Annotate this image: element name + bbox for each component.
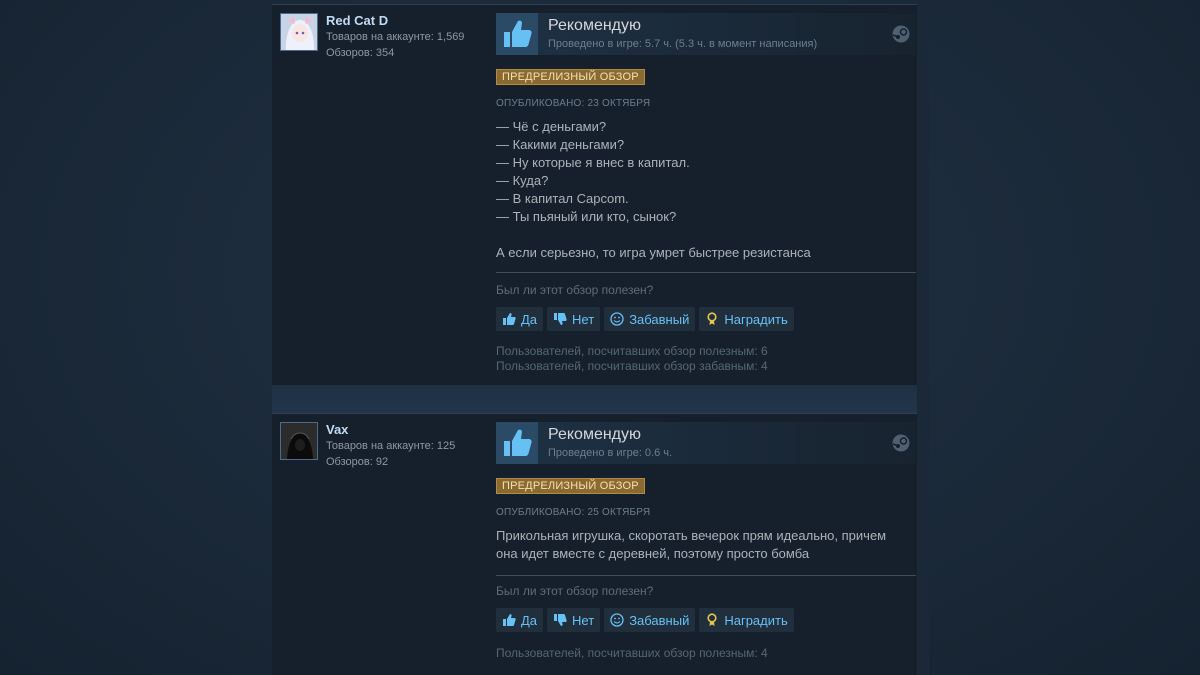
no-label: Нет [572, 612, 595, 628]
posted-date: ОПУБЛИКОВАНО: 25 ОКТЯБРЯ [496, 507, 651, 518]
funny-label: Забавный [629, 612, 690, 628]
vote-buttons: Да Нет Забавный Наградить [496, 608, 794, 632]
divider [496, 272, 916, 273]
review-counts: Пользователей, посчитавших обзор полезны… [496, 344, 768, 374]
review-line: она идет вместе с деревней, поэтому прос… [496, 546, 810, 561]
steam-icon [892, 434, 910, 452]
products-count[interactable]: Товаров на аккаунте: 1,569 [326, 29, 486, 45]
playtime: Проведено в игре: 0.6 ч. [548, 447, 673, 459]
vote-buttons: Да Нет Забавный Наградить [496, 307, 794, 331]
avatar[interactable] [280, 422, 318, 460]
smiley-icon [610, 613, 624, 627]
prerelease-badge: ПРЕДРЕЛИЗНЫЙ ОБЗОР [496, 69, 645, 85]
posted-date: ОПУБЛИКОВАНО: 23 ОКТЯБРЯ [496, 98, 651, 109]
vote-title[interactable]: Рекомендую [548, 425, 641, 445]
products-count[interactable]: Товаров на аккаунте: 125 [326, 438, 486, 454]
award-button[interactable]: Наградить [699, 307, 794, 331]
award-icon [707, 312, 717, 325]
playtime: Проведено в игре: 5.7 ч. (5.3 ч. в момен… [548, 38, 818, 50]
award-label: Наградить [724, 311, 788, 327]
divider [496, 575, 916, 576]
review-counts: Пользователей, посчитавших обзор полезны… [496, 646, 768, 661]
author-name[interactable]: Red Cat D [326, 13, 486, 29]
review-separator [272, 385, 917, 413]
review-line: — Ты пьяный или кто, сынок? [496, 209, 677, 224]
helpful-yes-button[interactable]: Да [496, 307, 544, 331]
yes-label: Да [521, 311, 538, 327]
helpful-count: Пользователей, посчитавших обзор полезны… [496, 646, 768, 660]
thumbs-down-icon [554, 313, 567, 325]
review-text: — Чё с деньгами? — Какими деньгами? — Ну… [496, 118, 914, 262]
no-label: Нет [572, 311, 595, 327]
vote-header[interactable]: Рекомендую Проведено в игре: 5.7 ч. (5.3… [496, 13, 916, 55]
reviews-column: Red Cat D Товаров на аккаунте: 1,569 Обз… [272, 0, 917, 675]
review-line: — Чё с деньгами? [496, 119, 607, 134]
helpful-count: Пользователей, посчитавших обзор полезны… [496, 344, 768, 358]
reviews-count[interactable]: Обзоров: 354 [326, 45, 486, 61]
helpful-question: Был ли этот обзор полезен? [496, 283, 654, 297]
review-line: — В капитал Capcom. [496, 191, 629, 206]
vote-title[interactable]: Рекомендую [548, 16, 641, 36]
review-text: Прикольная игрушка, скоротать вечерок пр… [496, 527, 914, 563]
funny-count: Пользователей, посчитавших обзор забавны… [496, 359, 768, 373]
prerelease-badge: ПРЕДРЕЛИЗНЫЙ ОБЗОР [496, 478, 645, 494]
smiley-icon [610, 312, 624, 326]
review-line: — Куда? [496, 173, 549, 188]
funny-button[interactable]: Забавный [604, 608, 696, 632]
helpful-question: Был ли этот обзор полезен? [496, 584, 654, 598]
review-line: — Ну которые я внес в капитал. [496, 155, 690, 170]
review-line: — Какими деньгами? [496, 137, 625, 152]
vote-header[interactable]: Рекомендую Проведено в игре: 0.6 ч. [496, 422, 916, 464]
funny-button[interactable]: Забавный [604, 307, 696, 331]
steam-icon [892, 25, 910, 43]
avatar[interactable] [280, 13, 318, 51]
award-label: Наградить [724, 612, 788, 628]
thumbs-up-small-icon [503, 614, 516, 626]
reviews-count[interactable]: Обзоров: 92 [326, 454, 486, 470]
thumbs-up-icon [496, 422, 538, 464]
thumbs-up-icon [496, 13, 538, 55]
author-name[interactable]: Vax [326, 422, 486, 438]
thumbs-down-icon [554, 614, 567, 626]
review-line: Прикольная игрушка, скоротать вечерок пр… [496, 528, 887, 543]
award-button[interactable]: Наградить [699, 608, 794, 632]
review-card: Vax Товаров на аккаунте: 125 Обзоров: 92… [272, 413, 917, 675]
thumbs-up-small-icon [503, 313, 516, 325]
review-card: Red Cat D Товаров на аккаунте: 1,569 Обз… [272, 4, 917, 385]
page-background-strip [917, 0, 929, 675]
funny-label: Забавный [629, 311, 690, 327]
helpful-yes-button[interactable]: Да [496, 608, 544, 632]
helpful-no-button[interactable]: Нет [547, 608, 601, 632]
yes-label: Да [521, 612, 538, 628]
award-icon [707, 613, 717, 626]
helpful-no-button[interactable]: Нет [547, 307, 601, 331]
review-line: А если серьезно, то игра умрет быстрее р… [496, 245, 811, 260]
review-line [496, 226, 914, 244]
